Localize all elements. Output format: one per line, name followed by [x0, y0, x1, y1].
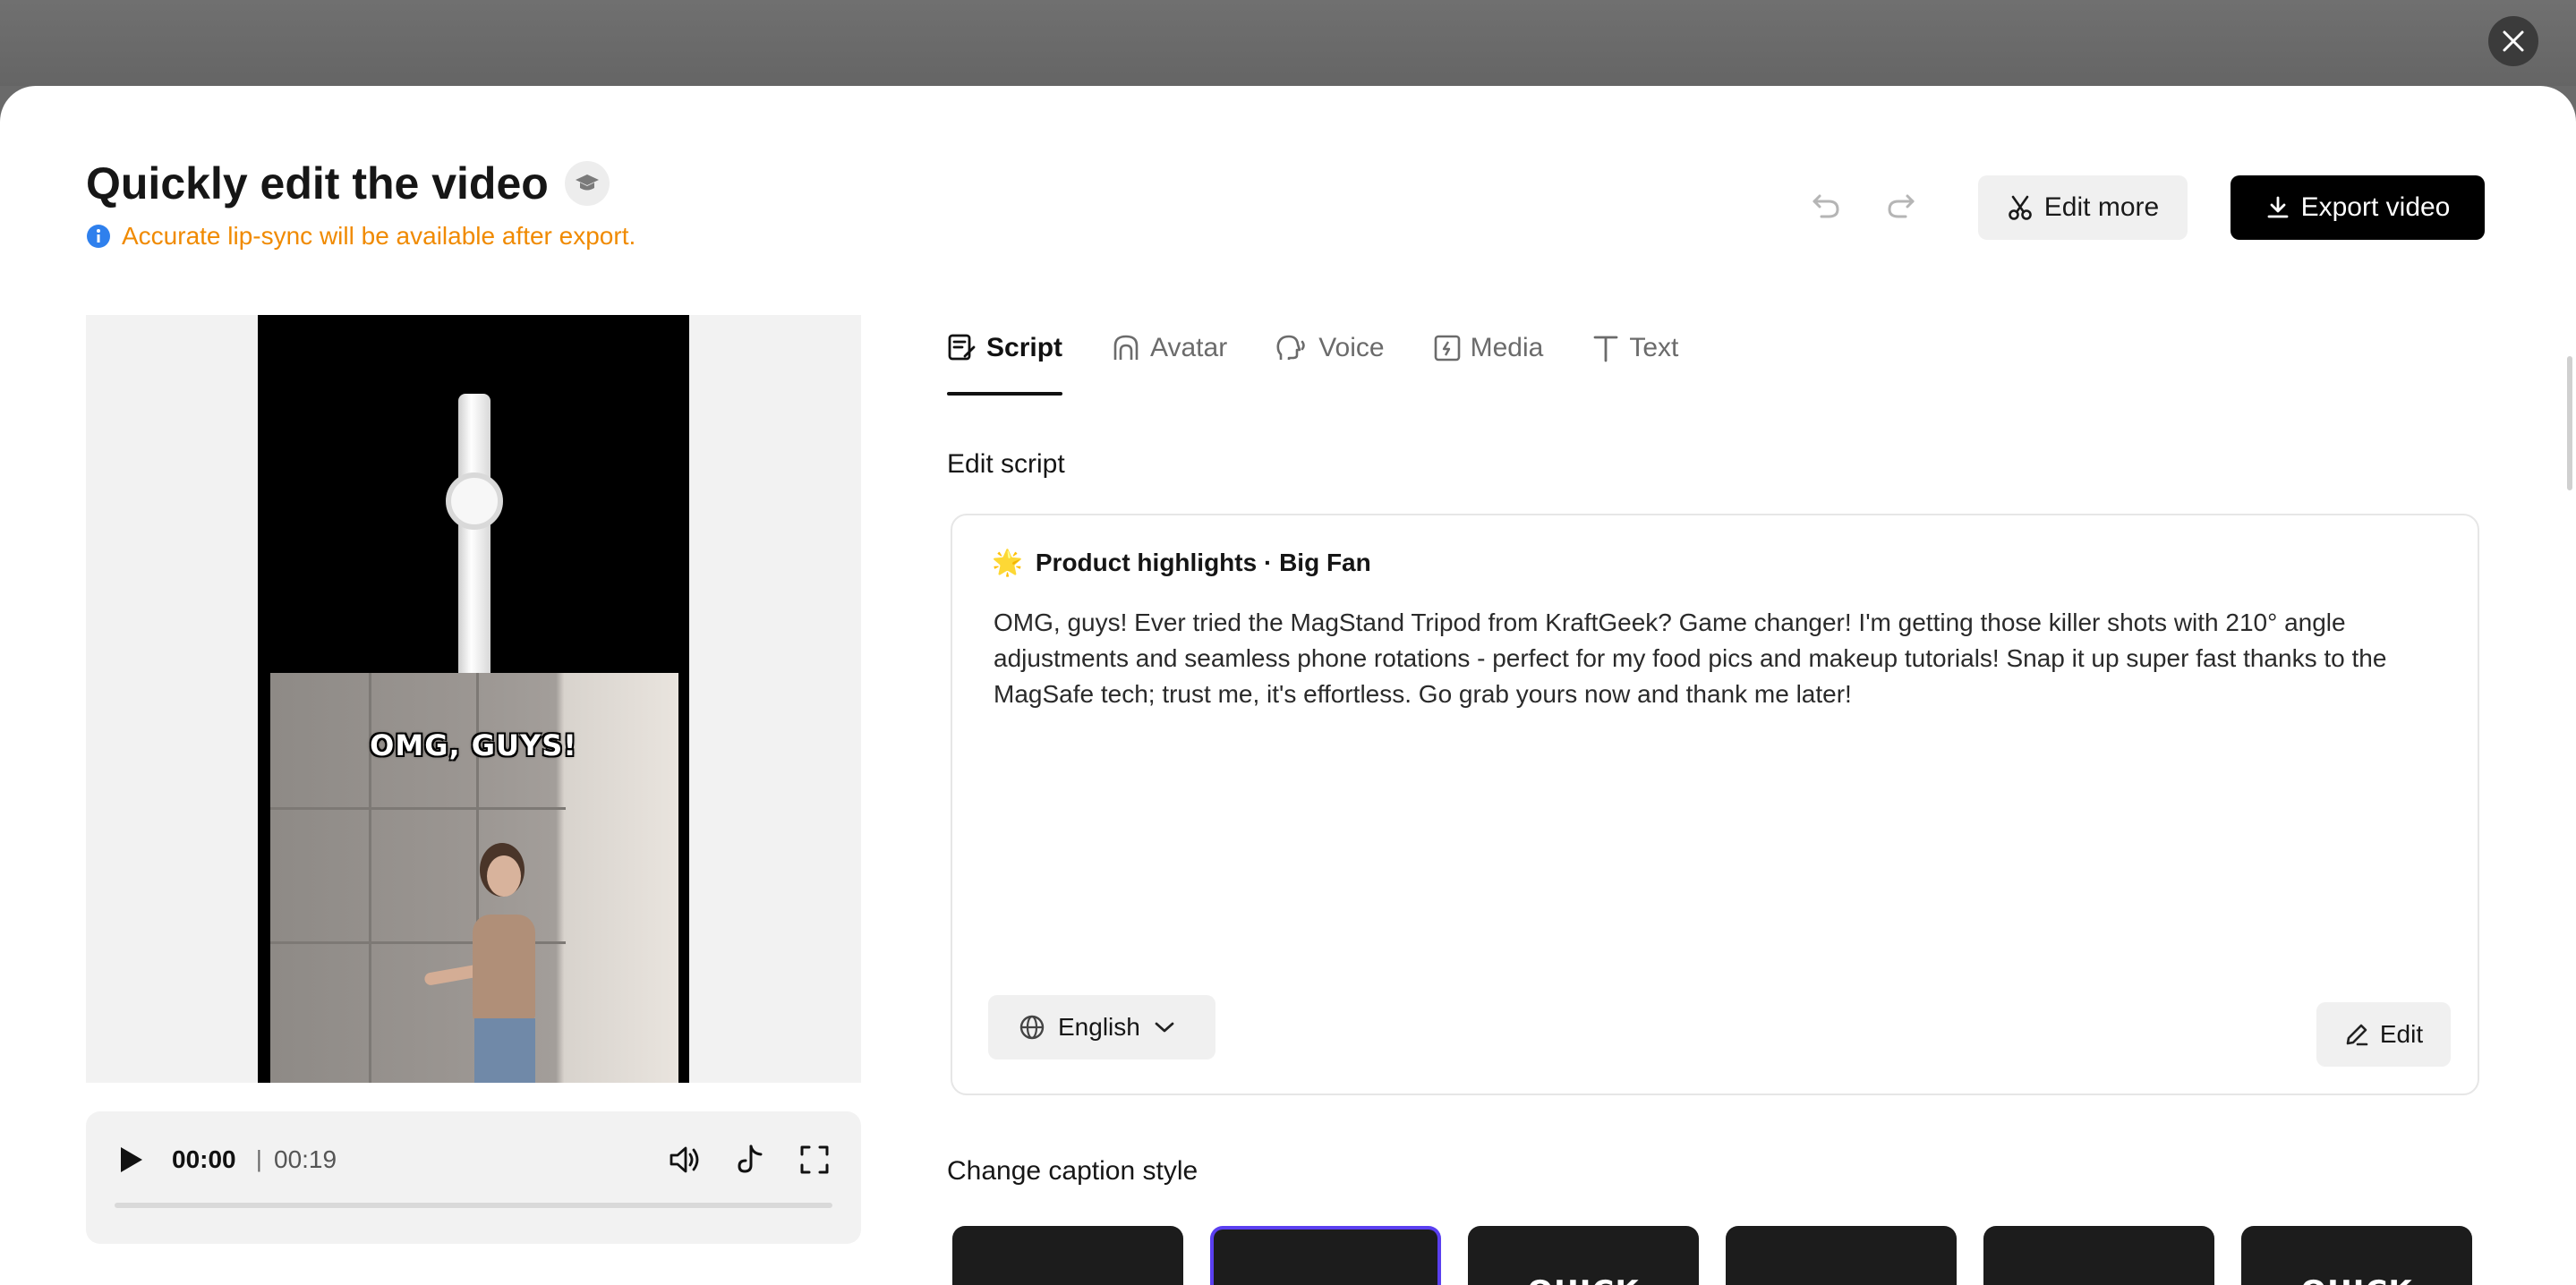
close-icon	[2503, 30, 2524, 52]
edit-more-label: Edit more	[2043, 192, 2160, 222]
caption-style-list: QUICK QUICK	[952, 1226, 2472, 1285]
redo-icon	[1888, 194, 1915, 218]
play-button[interactable]	[113, 1142, 149, 1178]
globe-icon	[1019, 1015, 1045, 1040]
edit-more-button[interactable]: Edit more	[1978, 175, 2188, 240]
play-icon	[121, 1147, 142, 1172]
tab-label: Media	[1470, 333, 1544, 362]
pencil-icon	[2346, 1024, 2368, 1046]
script-heading-text: Product highlights · Big Fan	[1035, 548, 1371, 576]
video-frame[interactable]: OMG, GUYS!	[258, 315, 689, 1083]
chevron-down-icon	[1155, 1022, 1174, 1033]
script-icon	[948, 334, 976, 361]
caption-style-heading: Change caption style	[947, 1156, 1198, 1186]
tab-label: Script	[986, 333, 1063, 362]
tab-label: Text	[1629, 333, 1679, 362]
caption-style-option[interactable]	[1983, 1226, 2214, 1285]
language-dropdown[interactable]: English	[988, 995, 1215, 1059]
caption-style-option[interactable]	[952, 1226, 1183, 1285]
avatar-icon	[1113, 335, 1139, 360]
notice-text: Accurate lip-sync will be available afte…	[122, 222, 636, 250]
edit-script-heading: Edit script	[947, 449, 1065, 479]
page-title: Quickly edit the video	[86, 158, 549, 208]
tab-label: Voice	[1318, 333, 1385, 362]
tripod-mount-image	[446, 472, 503, 530]
volume-button[interactable]	[666, 1140, 705, 1179]
undo-icon	[1813, 194, 1839, 218]
caption-style-option[interactable]: QUICK	[1468, 1226, 1699, 1285]
script-editor-card: 🌟 Product highlights · Big Fan OMG, guys…	[951, 514, 2479, 1095]
background-page	[0, 0, 2576, 86]
edit-label: Edit	[2379, 1020, 2424, 1048]
caption-style-option-selected[interactable]	[1210, 1226, 1441, 1285]
progress-bar[interactable]	[115, 1203, 832, 1208]
language-value: English	[1058, 1013, 1140, 1041]
edit-script-button[interactable]: Edit	[2316, 1002, 2451, 1067]
tiktok-icon	[738, 1145, 763, 1173]
tab-avatar[interactable]: Avatar	[1111, 328, 1227, 396]
edit-video-modal: Quickly edit the video Accurate lip-sync…	[0, 86, 2576, 1285]
video-preview-area: OMG, GUYS!	[86, 315, 861, 1083]
caption-style-option[interactable]: QUICK	[2241, 1226, 2472, 1285]
text-icon	[1593, 336, 1618, 362]
volume-icon	[670, 1146, 699, 1173]
tab-text[interactable]: Text	[1591, 328, 1678, 396]
graduation-cap-icon	[575, 174, 599, 191]
caption-style-option[interactable]	[1726, 1226, 1957, 1285]
tab-voice[interactable]: Voice	[1275, 328, 1385, 396]
time-separator: |	[256, 1145, 262, 1172]
fullscreen-button[interactable]	[795, 1140, 834, 1179]
tripod-product-image	[458, 394, 490, 689]
tab-media[interactable]: Media	[1433, 328, 1544, 396]
lip-sync-notice: Accurate lip-sync will be available afte…	[86, 222, 635, 251]
total-time: 00:19	[274, 1145, 337, 1173]
star-icon: 🌟	[992, 549, 1023, 576]
media-icon	[1434, 335, 1460, 362]
tiktok-preview-button[interactable]	[730, 1140, 770, 1179]
redo-button[interactable]	[1881, 186, 1921, 226]
avatar-person-image	[423, 843, 562, 1083]
voice-icon	[1276, 335, 1305, 360]
script-heading: 🌟 Product highlights · Big Fan	[992, 548, 1371, 577]
video-caption-text: OMG, GUYS!	[370, 728, 577, 762]
editor-tabs: Script Avatar Voice Media Text	[947, 328, 1727, 396]
export-video-button[interactable]: Export video	[2231, 175, 2485, 240]
info-icon	[87, 225, 110, 248]
current-time: 00:00	[172, 1145, 236, 1173]
download-icon	[2267, 196, 2289, 218]
fullscreen-icon	[800, 1145, 829, 1174]
tab-label: Avatar	[1150, 333, 1228, 362]
tab-script[interactable]: Script	[947, 328, 1063, 396]
script-text[interactable]: OMG, guys! Ever tried the MagStand Tripo…	[994, 605, 2452, 712]
scissors-icon	[2008, 195, 2032, 220]
export-video-label: Export video	[2300, 192, 2451, 222]
video-player-controls: 00:00 | 00:19	[86, 1111, 861, 1244]
tutorial-button[interactable]	[564, 161, 610, 206]
scrollbar[interactable]	[2567, 356, 2572, 490]
undo-button[interactable]	[1806, 186, 1846, 226]
close-button[interactable]	[2488, 16, 2538, 66]
